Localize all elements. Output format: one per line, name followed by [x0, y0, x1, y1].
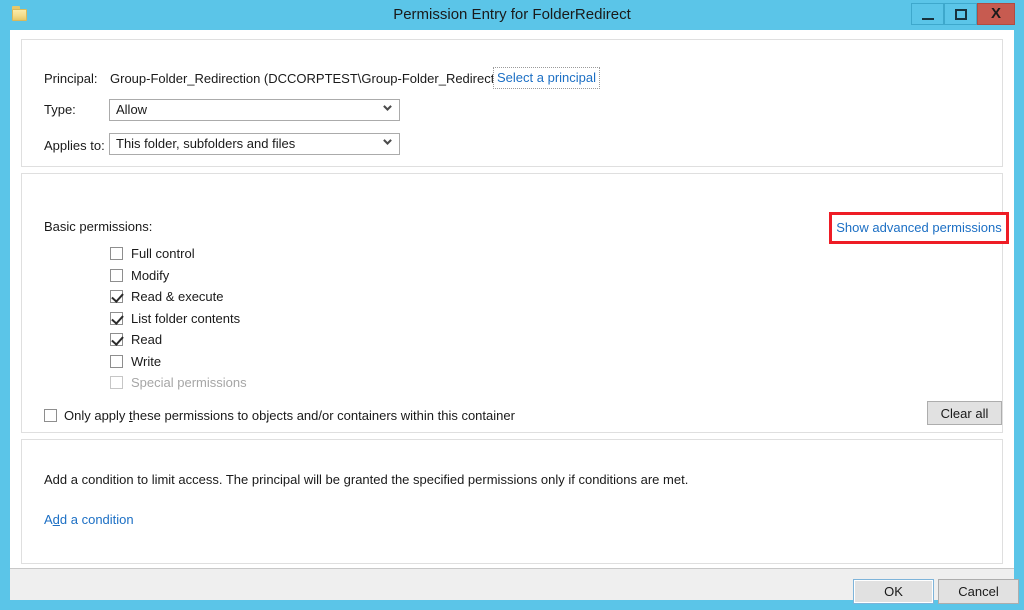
only-apply-label: Only apply these permissions to objects …	[64, 408, 515, 423]
cancel-button[interactable]: Cancel	[938, 579, 1019, 604]
advanced-permissions-highlight: Show advanced permissions	[829, 212, 1009, 244]
permission-label: Read & execute	[131, 289, 224, 304]
select-a-principal-link[interactable]: Select a principal	[493, 67, 600, 89]
checkmark-icon	[111, 311, 124, 325]
window-title: Permission Entry for FolderRedirect	[393, 6, 631, 23]
dialog-footer: OK Cancel	[10, 569, 1019, 604]
permission-label: Write	[131, 353, 162, 369]
permission-entry-dialog: Permission Entry for FolderRedirect X Pr…	[0, 0, 1024, 610]
applies-to-dropdown[interactable]: This folder, subfolders and files	[109, 133, 400, 155]
basic-permissions-heading: Basic permissions:	[44, 219, 153, 234]
type-label: Type:	[44, 102, 76, 117]
maximize-icon	[954, 9, 967, 20]
title-bar[interactable]: Permission Entry for FolderRedirect X	[0, 0, 1024, 30]
permission-checkbox[interactable]	[110, 354, 123, 368]
checkmark-icon	[111, 333, 124, 346]
close-button[interactable]: X	[977, 3, 1015, 25]
chevron-down-icon	[383, 141, 391, 146]
maximize-button[interactable]	[944, 3, 977, 25]
only-apply-checkbox[interactable]	[44, 409, 57, 422]
permission-checkbox[interactable]	[110, 268, 123, 282]
close-icon: X	[990, 5, 1001, 22]
type-dropdown[interactable]: Allow	[109, 99, 400, 121]
permission-checkbox[interactable]	[110, 311, 124, 325]
minimize-button[interactable]	[911, 3, 944, 25]
dialog-body: Principal: Group-Folder_Redirection (DCC…	[10, 30, 1019, 604]
principal-label: Principal:	[44, 71, 98, 86]
permission-checkbox	[110, 376, 123, 389]
basic-permissions-panel: Basic permissions: Show advanced permiss…	[21, 173, 1009, 433]
permission-label: Full control	[131, 246, 195, 261]
checkmark-icon	[111, 290, 124, 303]
condition-description: Add a condition to limit access. The pri…	[44, 472, 689, 487]
condition-panel: Add a condition to limit access. The pri…	[21, 439, 1003, 564]
permission-label: Modify	[131, 267, 170, 283]
applies-to-dropdown-value: This folder, subfolders and files	[116, 136, 296, 151]
clear-all-button[interactable]: Clear all	[927, 401, 1002, 425]
permission-checkbox[interactable]	[110, 290, 124, 303]
permission-checkbox[interactable]	[110, 333, 124, 346]
add-a-condition-link[interactable]: Add a condition	[44, 512, 134, 527]
permission-checkbox[interactable]	[110, 247, 123, 260]
permission-label: List folder contents	[131, 310, 241, 326]
ok-button[interactable]: OK	[853, 579, 934, 604]
permission-label: Special permissions	[131, 375, 247, 390]
principal-panel: Principal: Group-Folder_Redirection (DCC…	[21, 39, 1003, 167]
permission-label: Read	[131, 332, 163, 347]
minimize-icon	[921, 18, 934, 20]
show-advanced-permissions-link[interactable]: Show advanced permissions	[832, 215, 1006, 241]
principal-value: Group-Folder_Redirection (DCCORPTEST\Gro…	[110, 71, 517, 86]
chevron-down-icon	[383, 107, 391, 112]
type-dropdown-value: Allow	[116, 102, 148, 117]
applies-to-label: Applies to:	[44, 138, 105, 153]
